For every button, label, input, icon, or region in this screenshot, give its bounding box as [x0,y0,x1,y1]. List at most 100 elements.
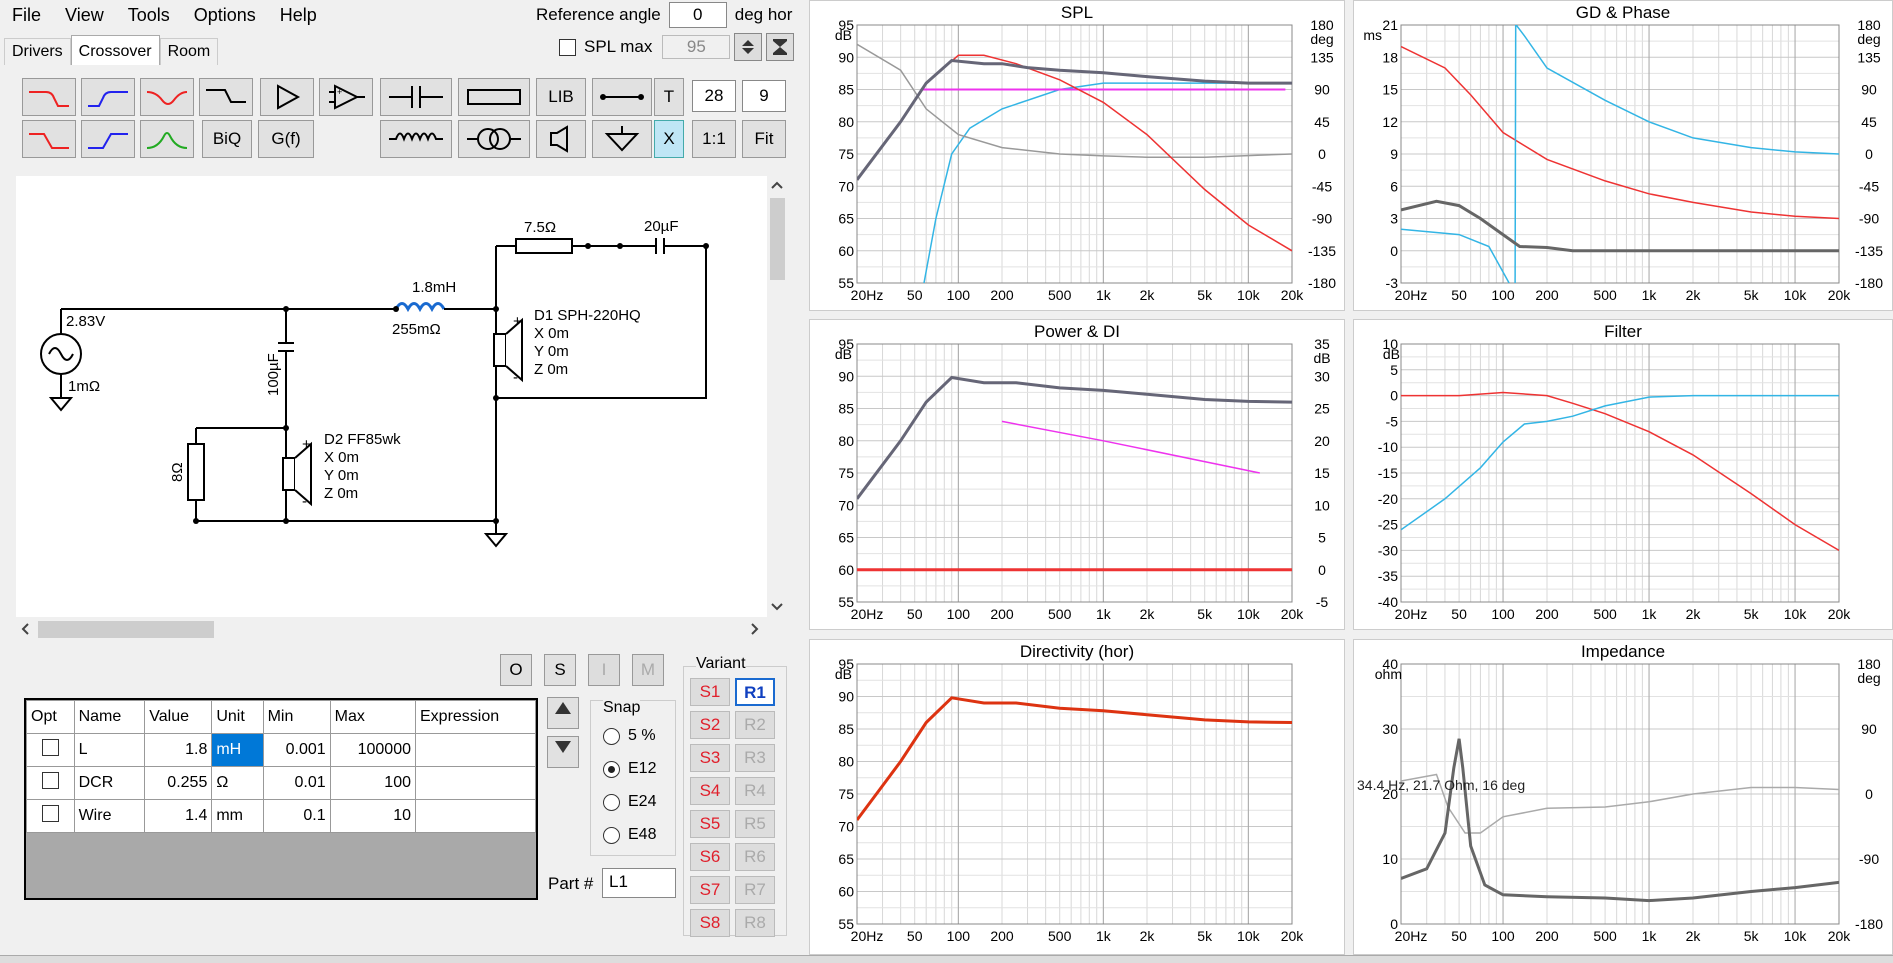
osim-s-button[interactable]: S [544,654,576,686]
menu-file[interactable]: File [0,5,53,26]
text-tool-button[interactable]: T [654,78,684,116]
param-unit[interactable]: mH [211,733,264,767]
param-unit[interactable]: mm [211,799,264,833]
highpass-2nd-button[interactable] [81,120,135,158]
param-expression[interactable] [415,799,536,833]
x-tick-label: 200 [990,606,1014,622]
y2-tick-label: 5 [1318,530,1326,546]
triangle-up-icon [555,702,571,714]
spl-max-fit-button[interactable] [766,33,795,61]
schematic-horizontal-scrollbar[interactable] [16,617,767,642]
param-value[interactable]: 1.8 [144,733,213,767]
variant-r1-button[interactable]: R1 [735,678,775,706]
library-button[interactable]: LIB [536,78,586,116]
param-unit[interactable]: Ω [211,766,264,800]
biquad-button[interactable]: BiQ [202,120,252,158]
reference-angle-input[interactable] [668,2,727,28]
variant-r6-button[interactable]: R6 [735,843,775,871]
param-min[interactable]: 0.01 [262,766,331,800]
highpass-red-button[interactable] [22,78,76,116]
spl-max-value[interactable]: 95 [662,35,731,59]
osim-o-button[interactable]: O [500,654,532,686]
y-tick-label: 80 [838,433,854,449]
y2-tick-label: -90 [1859,851,1879,867]
tab-drivers[interactable]: Drivers [4,38,71,65]
lowpass-2nd-button[interactable] [22,120,76,158]
param-min[interactable]: 0.001 [262,733,331,767]
param-expression[interactable] [415,766,536,800]
wire-button[interactable] [592,78,652,116]
spl-panel: SPL 95 90 85 80 75 70 65 60 55 dB 180 135 90 45 0 -45 -9… [809,0,1345,311]
variant-s6-button[interactable]: S6 [690,843,730,871]
param-max[interactable]: 100000 [329,733,417,767]
highpass-blue-button[interactable] [81,78,135,116]
variant-s4-button[interactable]: S4 [690,777,730,805]
snap-e48-radio[interactable]: E48 [603,826,656,844]
grid-size-input[interactable]: 28 [692,80,736,112]
variant-r5-button[interactable]: R5 [735,810,775,838]
spl-max-updown-button[interactable] [734,33,763,61]
variant-s2-button[interactable]: S2 [690,711,730,739]
param-expression[interactable] [415,733,536,767]
variant-r4-button[interactable]: R4 [735,777,775,805]
variant-s1-button[interactable]: S1 [690,678,730,706]
bandpass-red-button[interactable] [140,78,194,116]
variant-r8-button[interactable]: R8 [735,909,775,937]
param-max[interactable]: 10 [329,799,417,833]
x-tick-label: 200 [1535,928,1559,944]
variant-s7-button[interactable]: S7 [690,876,730,904]
snap-5pct-radio[interactable]: 5 % [603,727,656,745]
variant-s5-button[interactable]: S5 [690,810,730,838]
spl-max-checkbox[interactable] [559,38,576,56]
capacitor-button[interactable] [380,78,452,116]
opt-checkbox[interactable] [41,772,59,789]
transfer-function-button[interactable]: G(f) [258,120,314,158]
osim-m-button[interactable]: M [632,654,664,686]
inductor-button[interactable] [380,120,452,158]
menu-help[interactable]: Help [268,5,329,26]
variant-s3-button[interactable]: S3 [690,744,730,772]
variant-r7-button[interactable]: R7 [735,876,775,904]
menu-options[interactable]: Options [182,5,268,26]
param-value[interactable]: 0.255 [144,766,213,800]
x-tick-label: 5k [1744,287,1760,303]
tab-room[interactable]: Room [159,38,219,65]
param-value[interactable]: 1.4 [144,799,213,833]
y-tick-label: 10 [1382,851,1398,867]
variant-r2-button[interactable]: R2 [735,711,775,739]
schematic-vertical-scrollbar[interactable] [767,176,788,617]
directivity-chart: 959085807570656055dB20Hz 50 100 200 500 1k 2k 5… [835,656,1304,944]
zoom-1-1-button[interactable]: 1:1 [692,120,736,158]
param-min[interactable]: 0.1 [262,799,331,833]
snap-e24-radio[interactable]: E24 [603,793,656,811]
font-size-input[interactable]: 9 [742,80,786,112]
part-number-input[interactable]: L1 [602,868,676,898]
variant-r3-button[interactable]: R3 [735,744,775,772]
move-up-button[interactable] [547,697,579,729]
opt-checkbox[interactable] [41,805,59,822]
menu-tools[interactable]: Tools [116,5,182,26]
opamp-button[interactable]: + [319,78,373,116]
move-down-button[interactable] [547,736,579,768]
wire-icon [600,94,644,100]
variant-s8-button[interactable]: S8 [690,909,730,937]
opt-checkbox[interactable] [41,739,59,756]
buffer-button[interactable] [260,78,314,116]
x-tick-label: 50 [907,606,923,622]
y-unit-label: dB [835,346,852,362]
menu-view[interactable]: View [53,5,116,26]
bandpass-green-button[interactable] [140,120,194,158]
x-tick-label: 500 [1048,287,1072,303]
snap-e12-radio[interactable]: E12 [603,760,656,778]
resistor-button[interactable] [458,78,530,116]
transformer-button[interactable] [458,120,530,158]
zoom-fit-button[interactable]: Fit [742,120,786,158]
ground-button[interactable] [592,120,652,158]
param-max[interactable]: 100 [329,766,417,800]
osim-i-button[interactable]: I [588,654,620,686]
schematic-canvas[interactable]: 2.83V 1mΩ 7.5Ω 20µF 1.8mH 255mΩ 100µF 8Ω… [16,176,767,617]
tab-crossover[interactable]: Crossover [70,35,160,65]
shelf-button[interactable] [199,78,253,116]
x-toggle-button[interactable]: X [654,120,684,158]
driver-button[interactable] [536,120,586,158]
